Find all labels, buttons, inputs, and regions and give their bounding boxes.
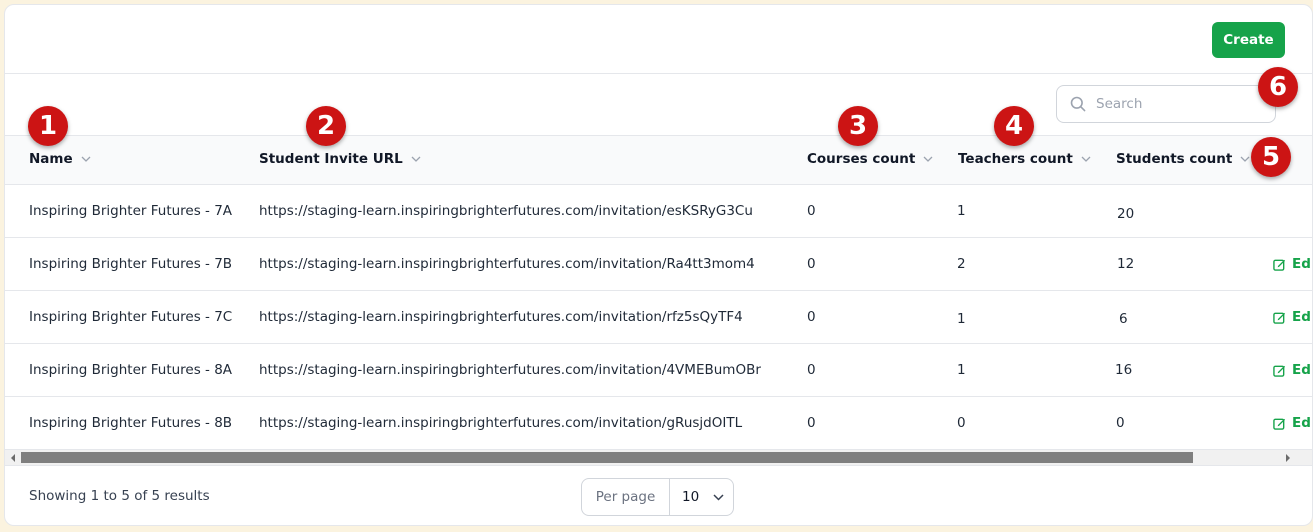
cell-invite-url: https://staging-learn.inspiringbrighterf… bbox=[259, 309, 743, 325]
edit-label: Ed bbox=[1292, 256, 1311, 272]
cell-name: Inspiring Brighter Futures - 7A bbox=[29, 203, 233, 219]
column-header-label: Courses count bbox=[807, 151, 916, 167]
cell-courses-count: 0 bbox=[807, 203, 816, 219]
cell-invite-url: https://staging-learn.inspiringbrighterf… bbox=[259, 415, 743, 431]
search-field[interactable] bbox=[1056, 85, 1276, 123]
table-row: Inspiring Brighter Futures - 7A https://… bbox=[5, 185, 1312, 238]
chevron-down-icon bbox=[1240, 156, 1250, 162]
cell-students-count: 16 bbox=[1115, 362, 1133, 378]
annotation-badge-3: 3 bbox=[838, 106, 878, 146]
edit-icon bbox=[1273, 312, 1286, 324]
per-page-control: Per page 10 bbox=[581, 478, 734, 516]
cell-name: Inspiring Brighter Futures - 8B bbox=[29, 415, 233, 431]
cell-teachers-count: 0 bbox=[957, 415, 966, 431]
cell-teachers-count: 2 bbox=[957, 256, 966, 272]
edit-icon bbox=[1273, 418, 1286, 430]
edit-icon bbox=[1273, 365, 1286, 377]
cell-teachers-count: 1 bbox=[957, 203, 966, 219]
column-header-name[interactable]: Name bbox=[29, 151, 91, 167]
annotation-badge-4: 4 bbox=[994, 106, 1034, 146]
cell-teachers-count: 1 bbox=[957, 311, 966, 327]
edit-label: Ed bbox=[1292, 362, 1311, 378]
table-row: Inspiring Brighter Futures - 7C https://… bbox=[5, 291, 1312, 344]
chevron-down-icon bbox=[81, 156, 91, 162]
edit-icon bbox=[1273, 259, 1286, 271]
annotation-badge-5: 5 bbox=[1251, 137, 1291, 177]
cell-courses-count: 0 bbox=[807, 256, 816, 272]
scroll-left-arrow-icon[interactable] bbox=[11, 454, 15, 462]
create-button[interactable]: Create bbox=[1212, 22, 1285, 58]
search-icon bbox=[1070, 96, 1086, 112]
scrollbar-thumb[interactable] bbox=[21, 452, 1193, 463]
chevron-down-icon bbox=[923, 156, 933, 162]
cell-name: Inspiring Brighter Futures - 7B bbox=[29, 256, 233, 272]
edit-label: Ed bbox=[1292, 415, 1311, 431]
table-row: Inspiring Brighter Futures - 7B https://… bbox=[5, 238, 1312, 291]
table-row: Inspiring Brighter Futures - 8B https://… bbox=[5, 397, 1312, 450]
cell-invite-url: https://staging-learn.inspiringbrighterf… bbox=[259, 362, 761, 378]
annotation-badge-1: 1 bbox=[28, 106, 68, 146]
cell-teachers-count: 1 bbox=[957, 362, 966, 378]
results-summary: Showing 1 to 5 of 5 results bbox=[29, 488, 210, 504]
column-header-label: Name bbox=[29, 151, 73, 167]
data-table: Name Student Invite URL Courses count Te… bbox=[5, 135, 1312, 450]
cell-students-count: 0 bbox=[1116, 415, 1125, 431]
cell-name: Inspiring Brighter Futures - 8A bbox=[29, 362, 233, 378]
column-header-student-invite-url[interactable]: Student Invite URL bbox=[259, 151, 421, 167]
cell-invite-url: https://staging-learn.inspiringbrighterf… bbox=[259, 256, 755, 272]
column-header-courses-count[interactable]: Courses count bbox=[807, 151, 933, 167]
column-header-students-count[interactable]: Students count bbox=[1116, 151, 1250, 167]
scroll-right-arrow-icon[interactable] bbox=[1286, 454, 1290, 462]
cell-name: Inspiring Brighter Futures - 7C bbox=[29, 309, 233, 325]
table-header: Name Student Invite URL Courses count Te… bbox=[5, 135, 1312, 185]
resource-card: Create Name Student Invite URL Courses c… bbox=[4, 4, 1313, 526]
cell-students-count: 6 bbox=[1119, 311, 1128, 327]
search-input[interactable] bbox=[1096, 96, 1256, 112]
header-divider bbox=[5, 73, 1312, 74]
chevron-down-icon bbox=[411, 156, 421, 162]
cell-invite-url: https://staging-learn.inspiringbrighterf… bbox=[259, 203, 753, 219]
edit-link[interactable]: Ed bbox=[1273, 362, 1311, 378]
cell-courses-count: 0 bbox=[807, 309, 816, 325]
edit-link[interactable]: Ed bbox=[1273, 256, 1311, 272]
column-header-teachers-count[interactable]: Teachers count bbox=[958, 151, 1091, 167]
per-page-value: 10 bbox=[682, 489, 700, 505]
edit-link[interactable]: Ed bbox=[1273, 309, 1311, 325]
edit-link[interactable]: Ed bbox=[1273, 415, 1311, 431]
cell-courses-count: 0 bbox=[807, 415, 816, 431]
annotation-badge-2: 2 bbox=[306, 106, 346, 146]
horizontal-scrollbar[interactable] bbox=[5, 450, 1312, 465]
chevron-down-icon bbox=[1081, 156, 1091, 162]
column-header-label: Teachers count bbox=[958, 151, 1073, 167]
cell-students-count: 12 bbox=[1117, 256, 1135, 272]
cell-courses-count: 0 bbox=[807, 362, 816, 378]
cell-students-count: 20 bbox=[1117, 206, 1135, 222]
per-page-label: Per page bbox=[582, 479, 670, 515]
column-header-label: Student Invite URL bbox=[259, 151, 403, 167]
per-page-select[interactable]: 10 bbox=[670, 489, 733, 505]
table-row: Inspiring Brighter Futures - 8A https://… bbox=[5, 344, 1312, 397]
annotation-badge-6: 6 bbox=[1258, 67, 1298, 107]
chevron-down-icon bbox=[713, 493, 724, 501]
footer-divider bbox=[5, 465, 1312, 466]
edit-label: Ed bbox=[1292, 309, 1311, 325]
column-header-label: Students count bbox=[1116, 151, 1233, 167]
